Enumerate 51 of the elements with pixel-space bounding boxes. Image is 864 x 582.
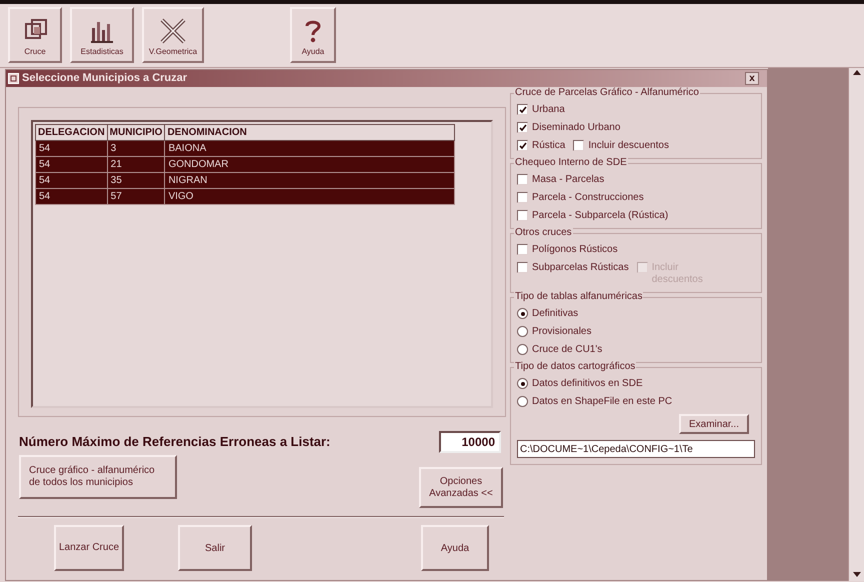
checkbox-option[interactable]: Incluir descuentos	[573, 140, 669, 152]
scroll-down-icon[interactable]	[852, 572, 860, 577]
group-title: Chequeo Interno de SDE	[514, 157, 628, 169]
checkmark-icon	[518, 106, 526, 114]
table-row[interactable]: 54 35 NIGRAN	[36, 172, 454, 188]
advanced-options-button[interactable]: Opciones Avanzadas <<	[419, 467, 503, 508]
table-cell: VIGO	[164, 188, 454, 204]
path-field[interactable]: C:\DOCUME~1\Cepeda\CONFIG~1\Te	[517, 440, 755, 458]
dialog-title: Seleccione Municipios a Cruzar	[22, 71, 188, 86]
group-title: Tipo de datos cartográficos	[514, 361, 636, 373]
toolbar-button[interactable]: Cruce	[8, 7, 62, 63]
table-row[interactable]: 54 3 BAIONA	[36, 140, 454, 156]
checkbox-option[interactable]: Parcela - Construcciones	[517, 192, 644, 204]
column-header[interactable]: MUNICIPIO	[107, 124, 165, 140]
table-row[interactable]: 54 21 GONDOMAR	[36, 156, 454, 172]
toolbar-button[interactable]: V.Geometrica	[142, 7, 204, 63]
exit-button[interactable]: Salir	[178, 525, 252, 571]
checkbox-option[interactable]: Urbana	[517, 104, 565, 116]
radio-option[interactable]: Definitivas	[517, 308, 578, 320]
toolbar-button[interactable]: Estadisticas	[70, 7, 134, 63]
help-button[interactable]: Ayuda	[421, 525, 489, 571]
browse-button[interactable]: Examinar...	[678, 414, 749, 434]
scrollbar[interactable]	[848, 68, 864, 581]
max-references-field[interactable]: 10000	[439, 431, 501, 453]
checkbox-option[interactable]: Parcela - Subparcela (Rústica)	[517, 210, 668, 222]
radio-option[interactable]: Datos definitivos en SDE	[517, 378, 643, 390]
launch-cross-button[interactable]: Lanzar Cruce	[54, 525, 124, 571]
close-button[interactable]: x	[745, 72, 759, 85]
table-cell: 57	[107, 188, 165, 204]
scroll-up-icon[interactable]	[852, 70, 860, 75]
radio-option[interactable]: Provisionales	[517, 326, 592, 338]
checkmark-icon	[518, 142, 526, 150]
checkbox-option[interactable]: Polígonos Rústicos	[517, 244, 618, 256]
toolbar-button[interactable]: Ayuda	[290, 7, 336, 63]
checkbox-option[interactable]: Masa - Parcelas	[517, 174, 604, 186]
radio-option[interactable]: Datos en ShapeFile en este PC	[517, 396, 672, 408]
checkmark-icon	[518, 124, 526, 132]
group-title: Tipo de tablas alfanuméricas	[514, 291, 644, 303]
checkbox-option[interactable]: Diseminado Urbano	[517, 122, 620, 134]
table-row[interactable]: 54 57 VIGO	[36, 188, 454, 204]
radio-option[interactable]: Cruce de CU1's	[517, 344, 602, 356]
cross-all-button[interactable]: Cruce gráfico - alfanumérico de todos los municipios	[19, 455, 177, 499]
checkbox-option[interactable]: Subparcelas Rústicas	[517, 262, 629, 274]
window-icon	[8, 73, 19, 84]
table-cell: 54	[36, 188, 108, 204]
max-references-label: Número Máximo de Referencias Erroneas a Listar:	[19, 433, 330, 452]
cross-icon	[160, 18, 186, 44]
municipio-list[interactable]: DELEGACION MUNICIPIO DENOMINACION 54 3 BAIONA 54 21 GONDOMAR 54 35 NIGRAN 54 57 VIGO	[31, 120, 493, 408]
column-header[interactable]: DELEGACION	[36, 124, 108, 140]
checkbox-option[interactable]: Rústica	[517, 140, 566, 152]
column-header[interactable]: DENOMINACION	[164, 124, 454, 140]
